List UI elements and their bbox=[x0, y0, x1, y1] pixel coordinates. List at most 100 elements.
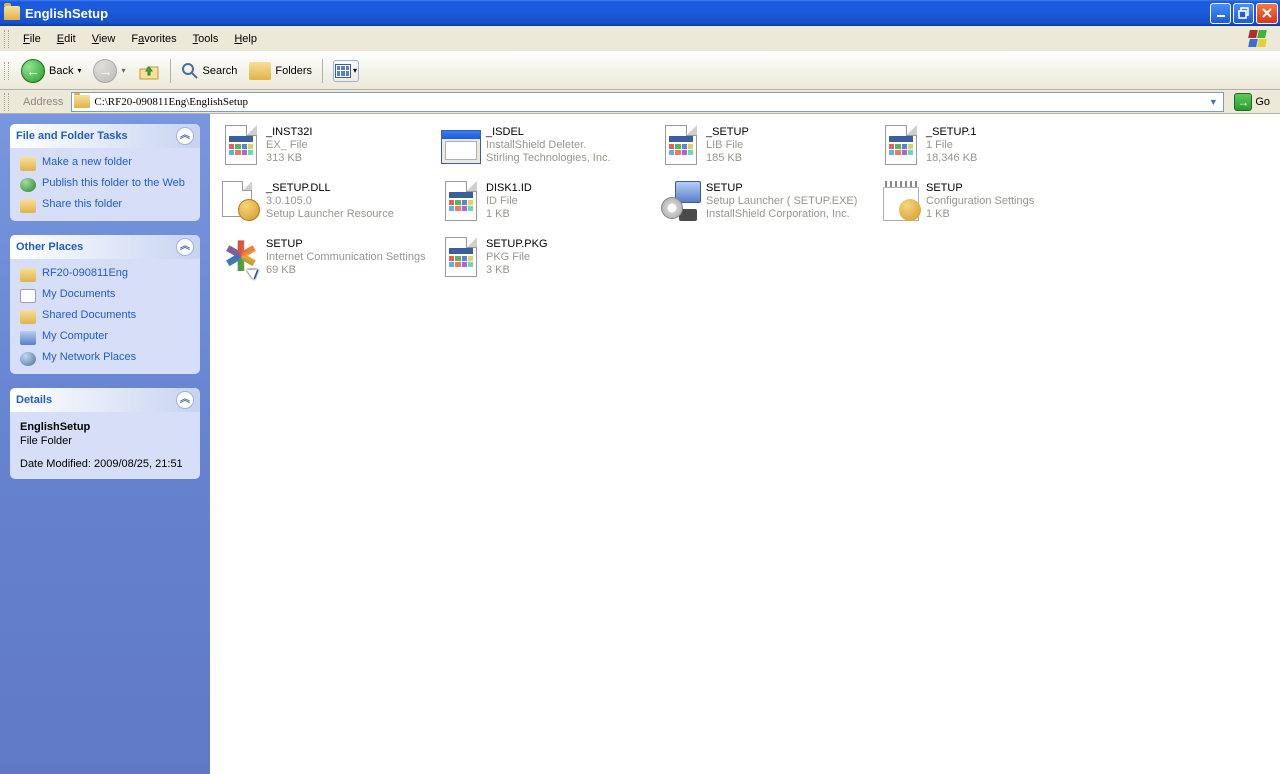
titlebar[interactable]: EnglishSetup bbox=[0, 0, 1280, 26]
address-dropdown[interactable]: ▼ bbox=[1205, 97, 1221, 107]
window-title: EnglishSetup bbox=[25, 6, 108, 21]
file-item[interactable]: _SETUP.1 1 File 18,346 KB bbox=[874, 122, 1094, 172]
place-link[interactable]: RF20-090811Eng bbox=[20, 267, 190, 282]
toolbar: ← Back ▾ → ▾ Search Folders ▾ bbox=[0, 52, 1280, 90]
menu-tools[interactable]: Tools bbox=[185, 30, 227, 48]
menu-edit[interactable]: Edit bbox=[49, 30, 84, 48]
forward-button[interactable]: → ▾ bbox=[87, 56, 131, 86]
address-input[interactable] bbox=[94, 96, 1205, 108]
address-label: Address bbox=[19, 96, 67, 108]
menu-file[interactable]: File bbox=[15, 30, 49, 48]
file-item[interactable]: _INST32I EX_ File 313 KB bbox=[214, 122, 434, 172]
file-size: 1 KB bbox=[486, 208, 532, 221]
gripper[interactable] bbox=[4, 62, 9, 80]
up-button[interactable] bbox=[132, 56, 166, 86]
file-size: InstallShield Corporation, Inc. bbox=[706, 208, 857, 221]
file-name: _SETUP.1 bbox=[926, 126, 977, 139]
file-icon bbox=[445, 181, 477, 221]
menu-view[interactable]: View bbox=[84, 30, 124, 48]
place-link[interactable]: My Computer bbox=[20, 330, 190, 345]
sidebar: File and Folder Tasks ︽ Make a new folde… bbox=[0, 114, 210, 774]
file-item[interactable]: DISK1.ID ID File 1 KB bbox=[434, 178, 654, 228]
file-item[interactable]: _SETUP.DLL 3.0.105.0 Setup Launcher Reso… bbox=[214, 178, 434, 228]
place-link[interactable]: Shared Documents bbox=[20, 309, 190, 324]
file-icon bbox=[885, 125, 917, 165]
places-panel-header[interactable]: Other Places ︽ bbox=[10, 235, 200, 259]
menu-help[interactable]: Help bbox=[226, 30, 265, 48]
task-label: Publish this folder to the Web bbox=[42, 177, 185, 189]
go-label: Go bbox=[1255, 96, 1270, 108]
installer-icon bbox=[661, 181, 701, 221]
details-panel: Details ︽ EnglishSetup File Folder Date … bbox=[10, 388, 200, 479]
close-button[interactable] bbox=[1256, 3, 1278, 24]
places-panel: Other Places ︽ RF20-090811Eng My Document… bbox=[10, 235, 200, 374]
chevron-up-icon: ︽ bbox=[176, 127, 194, 145]
minimize-button[interactable] bbox=[1210, 3, 1231, 24]
task-link[interactable]: Share this folder bbox=[20, 198, 190, 213]
address-field[interactable]: ▼ bbox=[71, 92, 1224, 112]
file-name: SETUP bbox=[266, 238, 426, 251]
back-icon: ← bbox=[21, 59, 45, 83]
pc-icon bbox=[20, 331, 36, 345]
go-button[interactable]: → Go bbox=[1228, 93, 1276, 111]
file-type: InstallShield Deleter. bbox=[486, 139, 611, 152]
folder-icon bbox=[20, 199, 36, 213]
file-size: 185 KB bbox=[706, 152, 749, 165]
place-link[interactable]: My Documents bbox=[20, 288, 190, 303]
details-panel-header[interactable]: Details ︽ bbox=[10, 388, 200, 412]
file-type: 3.0.105.0 bbox=[266, 195, 394, 208]
globe-icon bbox=[20, 178, 36, 192]
file-icon bbox=[445, 237, 477, 277]
address-bar: Address ▼ → Go bbox=[0, 90, 1280, 114]
file-type: EX_ File bbox=[266, 139, 312, 152]
details-modified: Date Modified: 2009/08/25, 21:51 bbox=[20, 457, 190, 471]
file-size: 69 KB bbox=[266, 264, 426, 277]
folder-icon bbox=[20, 310, 36, 324]
file-type: Internet Communication Settings bbox=[266, 251, 426, 264]
dropdown-icon: ▾ bbox=[121, 66, 125, 75]
folder-icon bbox=[20, 268, 36, 282]
gripper[interactable] bbox=[4, 93, 9, 111]
file-item[interactable]: _ISDEL InstallShield Deleter. Stirling T… bbox=[434, 122, 654, 172]
file-name: _SETUP.DLL bbox=[266, 182, 394, 195]
place-label: My Network Places bbox=[42, 351, 136, 363]
task-link[interactable]: Make a new folder bbox=[20, 156, 190, 171]
folder-icon bbox=[74, 95, 90, 108]
folders-button[interactable]: Folders bbox=[243, 56, 318, 86]
details-title: Details bbox=[16, 394, 52, 406]
file-name: DISK1.ID bbox=[486, 182, 532, 195]
menu-favorites[interactable]: Favorites bbox=[123, 30, 184, 48]
file-type: Setup Launcher ( SETUP.EXE) bbox=[706, 195, 857, 208]
gripper[interactable] bbox=[4, 30, 9, 48]
file-item[interactable]: SETUP Setup Launcher ( SETUP.EXE) Instal… bbox=[654, 178, 874, 228]
up-icon bbox=[138, 61, 160, 81]
file-item[interactable]: SETUP Internet Communication Settings 69… bbox=[214, 234, 434, 284]
chevron-up-icon: ︽ bbox=[176, 391, 194, 409]
file-item[interactable]: SETUP.PKG PKG File 3 KB bbox=[434, 234, 654, 284]
file-type: ID File bbox=[486, 195, 532, 208]
task-label: Make a new folder bbox=[42, 156, 132, 168]
file-type: LIB File bbox=[706, 139, 749, 152]
internet-settings-icon bbox=[222, 238, 260, 276]
file-item[interactable]: SETUP Configuration Settings 1 KB bbox=[874, 178, 1094, 228]
back-button[interactable]: ← Back ▾ bbox=[15, 56, 87, 86]
dll-icon bbox=[222, 181, 260, 221]
tasks-panel: File and Folder Tasks ︽ Make a new folde… bbox=[10, 124, 200, 221]
file-item[interactable]: _SETUP LIB File 185 KB bbox=[654, 122, 874, 172]
search-button[interactable]: Search bbox=[175, 56, 244, 86]
menubar: File Edit View Favorites Tools Help bbox=[0, 26, 1280, 52]
place-link[interactable]: My Network Places bbox=[20, 351, 190, 366]
restore-button[interactable] bbox=[1233, 3, 1254, 24]
file-type: PKG File bbox=[486, 251, 548, 264]
folders-icon bbox=[249, 62, 271, 80]
file-list[interactable]: _INST32I EX_ File 313 KB _ISDEL InstallS… bbox=[210, 114, 1280, 774]
net-icon bbox=[20, 352, 36, 366]
folder-icon bbox=[20, 157, 36, 171]
place-label: My Documents bbox=[42, 288, 115, 300]
tasks-panel-header[interactable]: File and Folder Tasks ︽ bbox=[10, 124, 200, 148]
back-label: Back bbox=[49, 65, 73, 77]
views-button[interactable]: ▾ bbox=[327, 56, 365, 86]
task-link[interactable]: Publish this folder to the Web bbox=[20, 177, 190, 192]
file-name: _SETUP bbox=[706, 126, 749, 139]
file-size: Stirling Technologies, Inc. bbox=[486, 152, 611, 165]
